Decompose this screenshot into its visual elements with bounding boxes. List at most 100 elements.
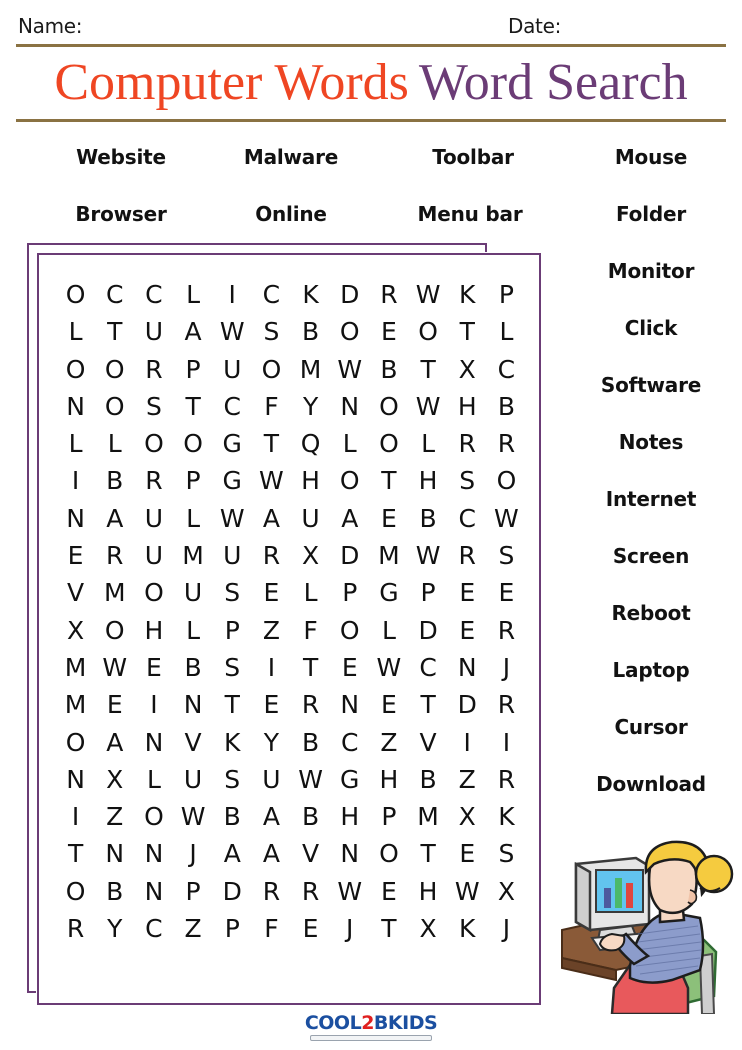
grid-cell[interactable]: O [369, 425, 408, 462]
grid-cell[interactable]: D [213, 873, 252, 910]
grid-cell[interactable]: N [448, 649, 487, 686]
grid-cell[interactable]: O [369, 835, 408, 872]
word-bank-item-reboot[interactable]: Reboot [611, 601, 690, 625]
grid-cell[interactable]: C [134, 276, 173, 313]
grid-cell[interactable]: A [95, 500, 134, 537]
grid-cell[interactable]: S [213, 761, 252, 798]
grid-cell[interactable]: E [56, 537, 95, 574]
grid-cell[interactable]: L [174, 276, 213, 313]
grid-cell[interactable]: X [95, 761, 134, 798]
grid-cell[interactable]: M [409, 798, 448, 835]
grid-cell[interactable]: K [291, 276, 330, 313]
grid-cell[interactable]: O [95, 612, 134, 649]
grid-cell[interactable]: O [56, 873, 95, 910]
grid-cell[interactable]: E [291, 910, 330, 947]
grid-cell[interactable]: B [487, 388, 526, 425]
grid-cell[interactable]: S [134, 388, 173, 425]
grid-cell[interactable]: C [409, 649, 448, 686]
grid-cell[interactable]: W [448, 873, 487, 910]
grid-cell[interactable]: J [330, 910, 369, 947]
grid-cell[interactable]: O [56, 724, 95, 761]
grid-cell[interactable]: J [174, 835, 213, 872]
grid-cell[interactable]: R [487, 612, 526, 649]
grid-cell[interactable]: O [369, 388, 408, 425]
grid-cell[interactable]: B [174, 649, 213, 686]
grid-cell[interactable]: I [448, 724, 487, 761]
grid-cell[interactable]: E [369, 873, 408, 910]
grid-cell[interactable]: G [330, 761, 369, 798]
grid-cell[interactable]: H [330, 798, 369, 835]
grid-cell[interactable]: U [291, 500, 330, 537]
grid-cell[interactable]: S [448, 462, 487, 499]
grid-cell[interactable]: M [291, 351, 330, 388]
grid-cell[interactable]: E [252, 686, 291, 723]
grid-cell[interactable]: M [369, 537, 408, 574]
grid-cell[interactable]: A [95, 724, 134, 761]
grid-cell[interactable]: N [134, 835, 173, 872]
grid-cell[interactable]: X [448, 798, 487, 835]
grid-cell[interactable]: I [56, 798, 95, 835]
grid-cell[interactable]: I [487, 724, 526, 761]
grid-cell[interactable]: X [56, 612, 95, 649]
grid-cell[interactable]: X [448, 351, 487, 388]
grid-cell[interactable]: T [448, 313, 487, 350]
grid-cell[interactable]: L [174, 612, 213, 649]
grid-cell[interactable]: V [291, 835, 330, 872]
grid-cell[interactable]: D [330, 276, 369, 313]
grid-cell[interactable]: B [409, 500, 448, 537]
word-bank-item-mouse[interactable]: Mouse [615, 145, 688, 169]
grid-cell[interactable]: R [487, 425, 526, 462]
grid-cell[interactable]: A [174, 313, 213, 350]
grid-cell[interactable]: G [369, 574, 408, 611]
word-bank-item-internet[interactable]: Internet [606, 487, 697, 511]
grid-cell[interactable]: S [252, 313, 291, 350]
grid-cell[interactable]: H [409, 873, 448, 910]
grid-cell[interactable]: O [330, 612, 369, 649]
grid-cell[interactable]: R [134, 462, 173, 499]
grid-cell[interactable]: U [252, 761, 291, 798]
grid-cell[interactable]: E [369, 686, 408, 723]
grid-cell[interactable]: N [134, 873, 173, 910]
grid-cell[interactable]: L [330, 425, 369, 462]
grid-cell[interactable]: C [330, 724, 369, 761]
grid-cell[interactable]: L [487, 313, 526, 350]
grid-cell[interactable]: L [134, 761, 173, 798]
word-bank-item-click[interactable]: Click [625, 316, 678, 340]
grid-cell[interactable]: V [174, 724, 213, 761]
grid-cell[interactable]: B [291, 313, 330, 350]
grid-cell[interactable]: X [487, 873, 526, 910]
grid-cell[interactable]: D [409, 612, 448, 649]
grid-cell[interactable]: L [56, 425, 95, 462]
grid-cell[interactable]: U [134, 537, 173, 574]
grid-cell[interactable]: R [134, 351, 173, 388]
word-bank-item-software[interactable]: Software [601, 373, 701, 397]
grid-cell[interactable]: T [369, 462, 408, 499]
grid-cell[interactable]: S [487, 835, 526, 872]
grid-cell[interactable]: W [213, 313, 252, 350]
grid-cell[interactable]: N [330, 835, 369, 872]
grid-cell[interactable]: Z [174, 910, 213, 947]
grid-cell[interactable]: W [409, 388, 448, 425]
grid-cell[interactable]: P [174, 462, 213, 499]
grid-cell[interactable]: O [252, 351, 291, 388]
grid-cell[interactable]: Y [291, 388, 330, 425]
grid-cell[interactable]: O [409, 313, 448, 350]
grid-cell[interactable]: K [487, 798, 526, 835]
grid-cell[interactable]: T [252, 425, 291, 462]
grid-cell[interactable]: H [409, 462, 448, 499]
grid-cell[interactable]: A [213, 835, 252, 872]
grid-cell[interactable]: U [134, 313, 173, 350]
grid-cell[interactable]: U [213, 351, 252, 388]
grid-cell[interactable]: W [487, 500, 526, 537]
grid-cell[interactable]: C [134, 910, 173, 947]
grid-cell[interactable]: Z [95, 798, 134, 835]
grid-cell[interactable]: Q [291, 425, 330, 462]
grid-cell[interactable]: O [487, 462, 526, 499]
grid-cell[interactable]: J [487, 649, 526, 686]
grid-cell[interactable]: S [213, 574, 252, 611]
grid-cell[interactable]: K [213, 724, 252, 761]
grid-cell[interactable]: Y [95, 910, 134, 947]
grid-cell[interactable]: H [369, 761, 408, 798]
grid-cell[interactable]: B [291, 798, 330, 835]
grid-cell[interactable]: P [369, 798, 408, 835]
